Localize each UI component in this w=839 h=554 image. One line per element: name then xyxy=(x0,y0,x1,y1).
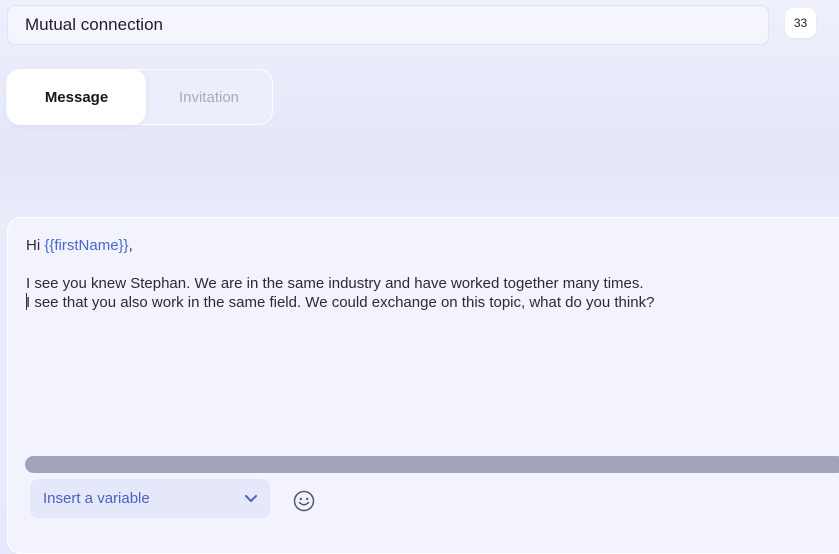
greeting-suffix: , xyxy=(128,237,133,254)
message-line-1: I see you knew Stephan. We are in the sa… xyxy=(26,275,644,292)
greeting-prefix: Hi xyxy=(26,237,45,254)
smiley-icon[interactable] xyxy=(292,489,316,513)
sequence-name-value: Mutual connection xyxy=(25,15,163,34)
insert-variable-dropdown[interactable]: Insert a variable xyxy=(30,479,270,518)
tab-invitation[interactable]: Invitation xyxy=(146,69,272,125)
greeting-line: Hi {{firstName}}, xyxy=(26,236,826,255)
message-line-2: I see that you also work in the same fie… xyxy=(26,294,655,311)
message-type-tabs: Message Invitation xyxy=(6,69,273,125)
text-caret xyxy=(26,293,27,310)
insert-variable-label: Insert a variable xyxy=(43,490,150,507)
firstname-variable: {{firstName}} xyxy=(44,237,129,254)
tab-message[interactable]: Message xyxy=(7,69,146,125)
spacer xyxy=(0,157,839,217)
message-editor-screen: Mutual connection 33 Message Invitation … xyxy=(0,0,839,554)
message-textarea[interactable]: Hi {{firstName}}, I see you knew Stephan… xyxy=(26,236,826,312)
horizontal-scrollbar[interactable] xyxy=(25,456,839,473)
sequence-name-input[interactable]: Mutual connection xyxy=(7,5,769,45)
character-count-badge: 33 xyxy=(785,8,816,38)
chevron-down-icon xyxy=(244,492,258,506)
